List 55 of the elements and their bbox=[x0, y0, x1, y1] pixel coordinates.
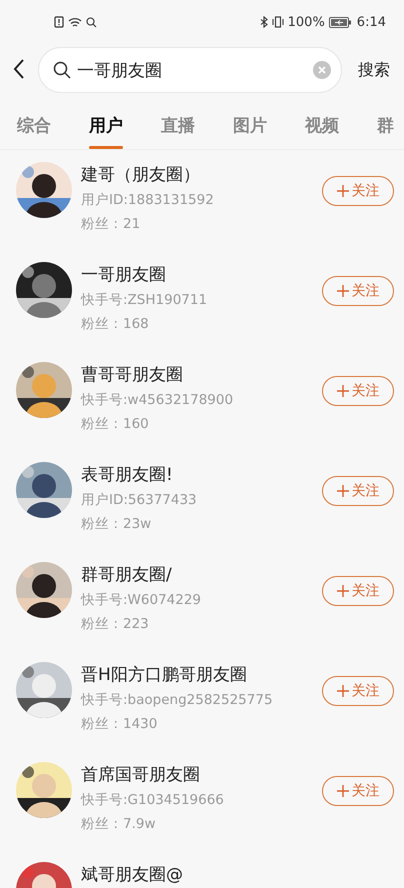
search-icon bbox=[86, 16, 97, 28]
user-id: 用户ID:56377433 bbox=[81, 491, 198, 510]
plus-icon bbox=[336, 685, 348, 697]
clear-icon bbox=[313, 61, 331, 79]
follower-count: 粉丝：23w bbox=[81, 515, 152, 534]
follower-count: 粉丝：7.9w bbox=[81, 815, 157, 834]
tab[interactable]: 群 bbox=[377, 102, 394, 148]
tab[interactable]: 用户 bbox=[89, 102, 123, 148]
plus-icon bbox=[336, 385, 348, 397]
plus-icon bbox=[336, 185, 348, 197]
user-name: 表哥朋友圈! bbox=[81, 464, 174, 487]
user-id: 快手号:w45632178900 bbox=[81, 391, 234, 410]
tab[interactable]: 图片 bbox=[233, 102, 267, 148]
follow-button[interactable]: 关注 bbox=[322, 676, 394, 706]
tab[interactable]: 直播 bbox=[161, 102, 195, 148]
follow-button[interactable]: 关注 bbox=[322, 176, 394, 206]
vibrate-icon bbox=[272, 16, 284, 28]
plus-icon bbox=[336, 785, 348, 797]
user-name: 斌哥朋友圈@ bbox=[81, 864, 184, 887]
clock-time: 6:14 bbox=[356, 16, 386, 28]
plus-icon bbox=[336, 285, 348, 297]
user-name: 晋H阳方口鹏哥朋友圈 bbox=[81, 664, 248, 687]
bluetooth-icon bbox=[260, 16, 268, 28]
search-icon bbox=[53, 61, 71, 79]
follower-count: 粉丝：1430 bbox=[81, 715, 158, 734]
follow-button[interactable]: 关注 bbox=[322, 376, 394, 406]
follower-count: 粉丝：160 bbox=[81, 415, 150, 434]
follow-button[interactable]: 关注 bbox=[322, 576, 394, 606]
user-name: 建哥（朋友圈） bbox=[81, 164, 201, 187]
follower-count: 粉丝：223 bbox=[81, 615, 150, 634]
follow-button[interactable]: 关注 bbox=[322, 276, 394, 306]
wifi-icon bbox=[68, 16, 82, 28]
follower-count: 粉丝：21 bbox=[81, 215, 142, 234]
battery-percent: 100% bbox=[288, 16, 325, 28]
user-id: 用户ID:1883131592 bbox=[81, 191, 215, 210]
sim-alert-icon bbox=[54, 16, 64, 28]
user-id: 快手号:ZSH190711 bbox=[81, 291, 208, 310]
plus-icon bbox=[336, 585, 348, 597]
user-id: 快手号:baopeng2582525775 bbox=[81, 691, 274, 710]
tab[interactable]: 综合 bbox=[17, 102, 51, 148]
user-name: 一哥朋友圈 bbox=[81, 264, 167, 287]
user-name: 群哥朋友圈/ bbox=[81, 564, 173, 587]
user-name: 曹哥哥朋友圈 bbox=[81, 364, 184, 387]
user-id: 快手号:G1034519666 bbox=[81, 791, 225, 810]
back-icon bbox=[12, 58, 26, 80]
follow-button[interactable]: 关注 bbox=[322, 476, 394, 506]
search-field[interactable]: 一哥朋友圈 bbox=[38, 47, 342, 93]
plus-icon bbox=[336, 485, 348, 497]
tab[interactable]: 视频 bbox=[305, 102, 339, 148]
user-id: 快手号:W6074229 bbox=[81, 591, 202, 610]
follower-count: 粉丝：168 bbox=[81, 315, 150, 334]
follow-button[interactable]: 关注 bbox=[322, 776, 394, 806]
battery-icon bbox=[328, 16, 351, 28]
user-name: 首席国哥朋友圈 bbox=[81, 764, 201, 787]
search-button[interactable]: 搜索 bbox=[354, 54, 394, 86]
